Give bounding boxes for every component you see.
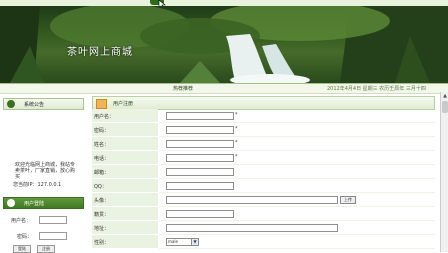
form-row-address: 地址： [92, 221, 435, 235]
username-label: 用户名： [11, 218, 32, 224]
nav-recommend-link[interactable]: 热荐推荐 [173, 85, 193, 92]
field-label: 用户名： [94, 114, 115, 120]
avatar-path-input[interactable] [166, 196, 338, 204]
form-row-qq: QQ： [92, 179, 435, 193]
required-mark: * [235, 140, 238, 146]
field-label: 籍贯： [94, 212, 110, 218]
site-title: 茶叶网上商城 [67, 47, 133, 58]
gender-value: male [168, 239, 178, 244]
field-label: QQ： [94, 184, 107, 190]
required-mark: * [235, 112, 238, 118]
login-title: 用户登陆 [24, 201, 45, 207]
username-input[interactable] [166, 112, 234, 120]
register-form: 用户名： * 密码： * 姓名： * 电话： * 邮箱： QQ： 头像： 上传 … [92, 109, 435, 252]
gender-select[interactable]: male ▼ [166, 238, 199, 246]
page-scrollbar[interactable]: ▲ [440, 92, 448, 252]
field-label: 邮箱： [94, 170, 110, 176]
field-label: 姓名： [94, 142, 110, 148]
register-title: 用户注册 [113, 101, 134, 107]
form-row-name: 姓名： * [92, 137, 435, 151]
scroll-up-icon[interactable]: ▲ [442, 93, 448, 99]
field-label: 密码： [94, 128, 110, 134]
user-icon [7, 199, 15, 207]
field-label: 电话： [94, 156, 110, 162]
date-display: 2012年4月4日 星期三 农历壬辰年 三月十四 [327, 86, 426, 92]
upload-button[interactable]: 上传 [340, 196, 356, 204]
form-row-hometown: 籍贯： [92, 207, 435, 221]
name-input[interactable] [166, 140, 234, 148]
qq-input[interactable] [166, 182, 234, 190]
form-row-password: 密码： * [92, 123, 435, 137]
visitor-ip: 您当前IP：127.0.0.1 [13, 182, 62, 188]
username-input[interactable] [39, 216, 67, 224]
password-input[interactable] [39, 232, 67, 240]
site-banner: 茶叶网上商城 [0, 6, 448, 83]
form-row-avatar: 头像： 上传 [92, 193, 435, 207]
notice-text: 欢迎光临网上商城，我站专卖茶叶，厂家直销，放心购买 [15, 162, 76, 180]
register-header: 用户注册 [92, 96, 435, 110]
left-sidebar: 系统公告 欢迎光临网上商城，我站专卖茶叶，厂家直销，放心购买 您当前IP：127… [3, 95, 84, 253]
hometown-input[interactable] [166, 210, 234, 218]
notice-title: 系统公告 [24, 102, 45, 108]
password-input[interactable] [166, 126, 234, 134]
form-row-email: 邮箱： [92, 165, 435, 179]
login-header: 用户登陆 [3, 197, 84, 209]
field-label: 地址： [94, 226, 110, 232]
form-row-gender: 性别： male ▼ [92, 235, 435, 249]
form-row-username: 用户名： * [92, 109, 435, 123]
phone-input[interactable] [166, 154, 234, 162]
notice-header: 系统公告 [3, 98, 84, 110]
nav-bar: 热荐推荐 2012年4月4日 星期三 农历壬辰年 三月十四 [0, 83, 448, 94]
form-row-phone: 电话： * [92, 151, 435, 165]
field-label: 性别： [94, 240, 110, 246]
email-input[interactable] [166, 168, 234, 176]
required-mark: * [235, 154, 238, 160]
user-icon [7, 100, 15, 108]
field-label: 头像： [94, 198, 110, 204]
password-label: 密码： [17, 234, 33, 240]
folder-icon [96, 99, 107, 109]
address-input[interactable] [166, 224, 338, 232]
chevron-down-icon[interactable]: ▼ [191, 239, 198, 245]
scroll-thumb[interactable] [442, 101, 448, 113]
required-mark: * [235, 126, 238, 132]
